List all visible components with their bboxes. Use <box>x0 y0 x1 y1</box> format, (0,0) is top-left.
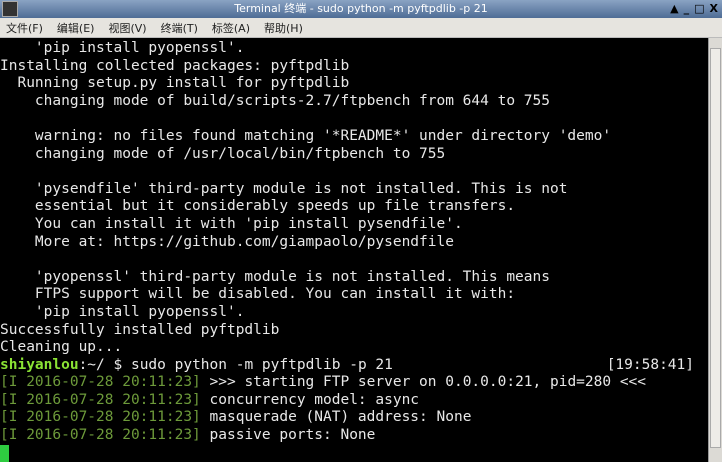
log-line: [I 2016-07-28 20:11:23] >>> starting FTP… <box>0 374 708 392</box>
output-line: warning: no files found matching '*READM… <box>0 127 612 144</box>
menu-bar: 文件(F) 编辑(E) 视图(V) 终端(T) 标签(A) 帮助(H) <box>0 18 722 38</box>
output-line: Installing collected packages: pyftpdlib <box>0 57 350 74</box>
menu-edit[interactable]: 编辑(E) <box>57 20 95 36</box>
output-line: Successfully installed pyftpdlib <box>0 321 280 338</box>
log-timestamp: [I 2016-07-28 20:11:23] <box>0 391 201 408</box>
output-line: changing mode of /usr/local/bin/ftpbench… <box>0 145 446 162</box>
log-line: [I 2016-07-28 20:11:23] masquerade (NAT)… <box>0 409 708 427</box>
terminal-app-icon[interactable] <box>2 1 18 17</box>
output-line: 'pip install pyopenssl'. <box>0 40 245 56</box>
close-button[interactable]: X <box>710 0 718 18</box>
scrollbar-thumb[interactable] <box>710 48 721 448</box>
shade-button[interactable]: ▲ <box>670 0 678 18</box>
output-line: You can install it with 'pip install pys… <box>0 215 463 232</box>
log-timestamp: [I 2016-07-28 20:11:23] <box>0 427 201 444</box>
title-bar: Terminal 终端 - sudo python -m pyftpdlib -… <box>0 0 722 18</box>
output-line: ​ <box>0 110 708 128</box>
log-message: concurrency model: async <box>200 391 420 408</box>
log-message: masquerade (NAT) address: None <box>200 409 472 426</box>
output-line: 'pyopenssl' third-party module is not in… <box>0 268 550 285</box>
log-timestamp: [I 2016-07-28 20:11:23] <box>0 409 201 426</box>
output-line: ​ <box>0 163 708 181</box>
output-line: 'pysendfile' third-party module is not i… <box>0 180 568 197</box>
menu-tabs[interactable]: 标签(A) <box>212 20 250 36</box>
scrollbar[interactable] <box>708 38 722 462</box>
prompt-path: :~/ $ <box>78 356 131 373</box>
log-line: [I 2016-07-28 20:11:23] passive ports: N… <box>0 427 708 445</box>
output-line: changing mode of build/scripts-2.7/ftpbe… <box>0 92 550 109</box>
menu-terminal[interactable]: 终端(T) <box>161 20 198 36</box>
prompt-command: sudo python -m pyftpdlib -p 21 <box>130 356 393 373</box>
terminal-output[interactable]: 'pip install pyopenssl'. Installing colle… <box>0 38 708 462</box>
log-timestamp: [I 2016-07-28 20:11:23] <box>0 374 201 391</box>
maximize-button[interactable]: □ <box>694 0 704 18</box>
menu-file[interactable]: 文件(F) <box>6 20 43 36</box>
menu-view[interactable]: 视图(V) <box>108 20 146 36</box>
prompt-time: [19:58:41] <box>606 356 694 373</box>
output-line: essential but it considerably speeds up … <box>0 198 516 215</box>
prompt-user: shiyanlou <box>0 356 79 373</box>
output-line: Cleaning up... <box>0 339 123 356</box>
log-message: >>> starting FTP server on 0.0.0.0:21, p… <box>200 374 647 391</box>
output-line: ​ <box>0 251 708 269</box>
minimize-button[interactable]: _ <box>684 0 690 18</box>
output-line: More at: https://github.com/giampaolo/py… <box>0 233 454 250</box>
terminal-cursor <box>0 444 9 462</box>
log-line: [I 2016-07-28 20:11:23] concurrency mode… <box>0 392 708 410</box>
window-title: Terminal 终端 - sudo python -m pyftpdlib -… <box>234 2 488 15</box>
output-line: FTPS support will be disabled. You can i… <box>0 286 516 303</box>
menu-help[interactable]: 帮助(H) <box>264 20 303 36</box>
output-line: 'pip install pyopenssl'. <box>0 303 245 320</box>
output-line: Running setup.py install for pyftpdlib <box>0 75 350 92</box>
prompt-line: shiyanlou:~/ $ sudo python -m pyftpdlib … <box>0 357 708 375</box>
log-message: passive ports: None <box>200 427 376 444</box>
